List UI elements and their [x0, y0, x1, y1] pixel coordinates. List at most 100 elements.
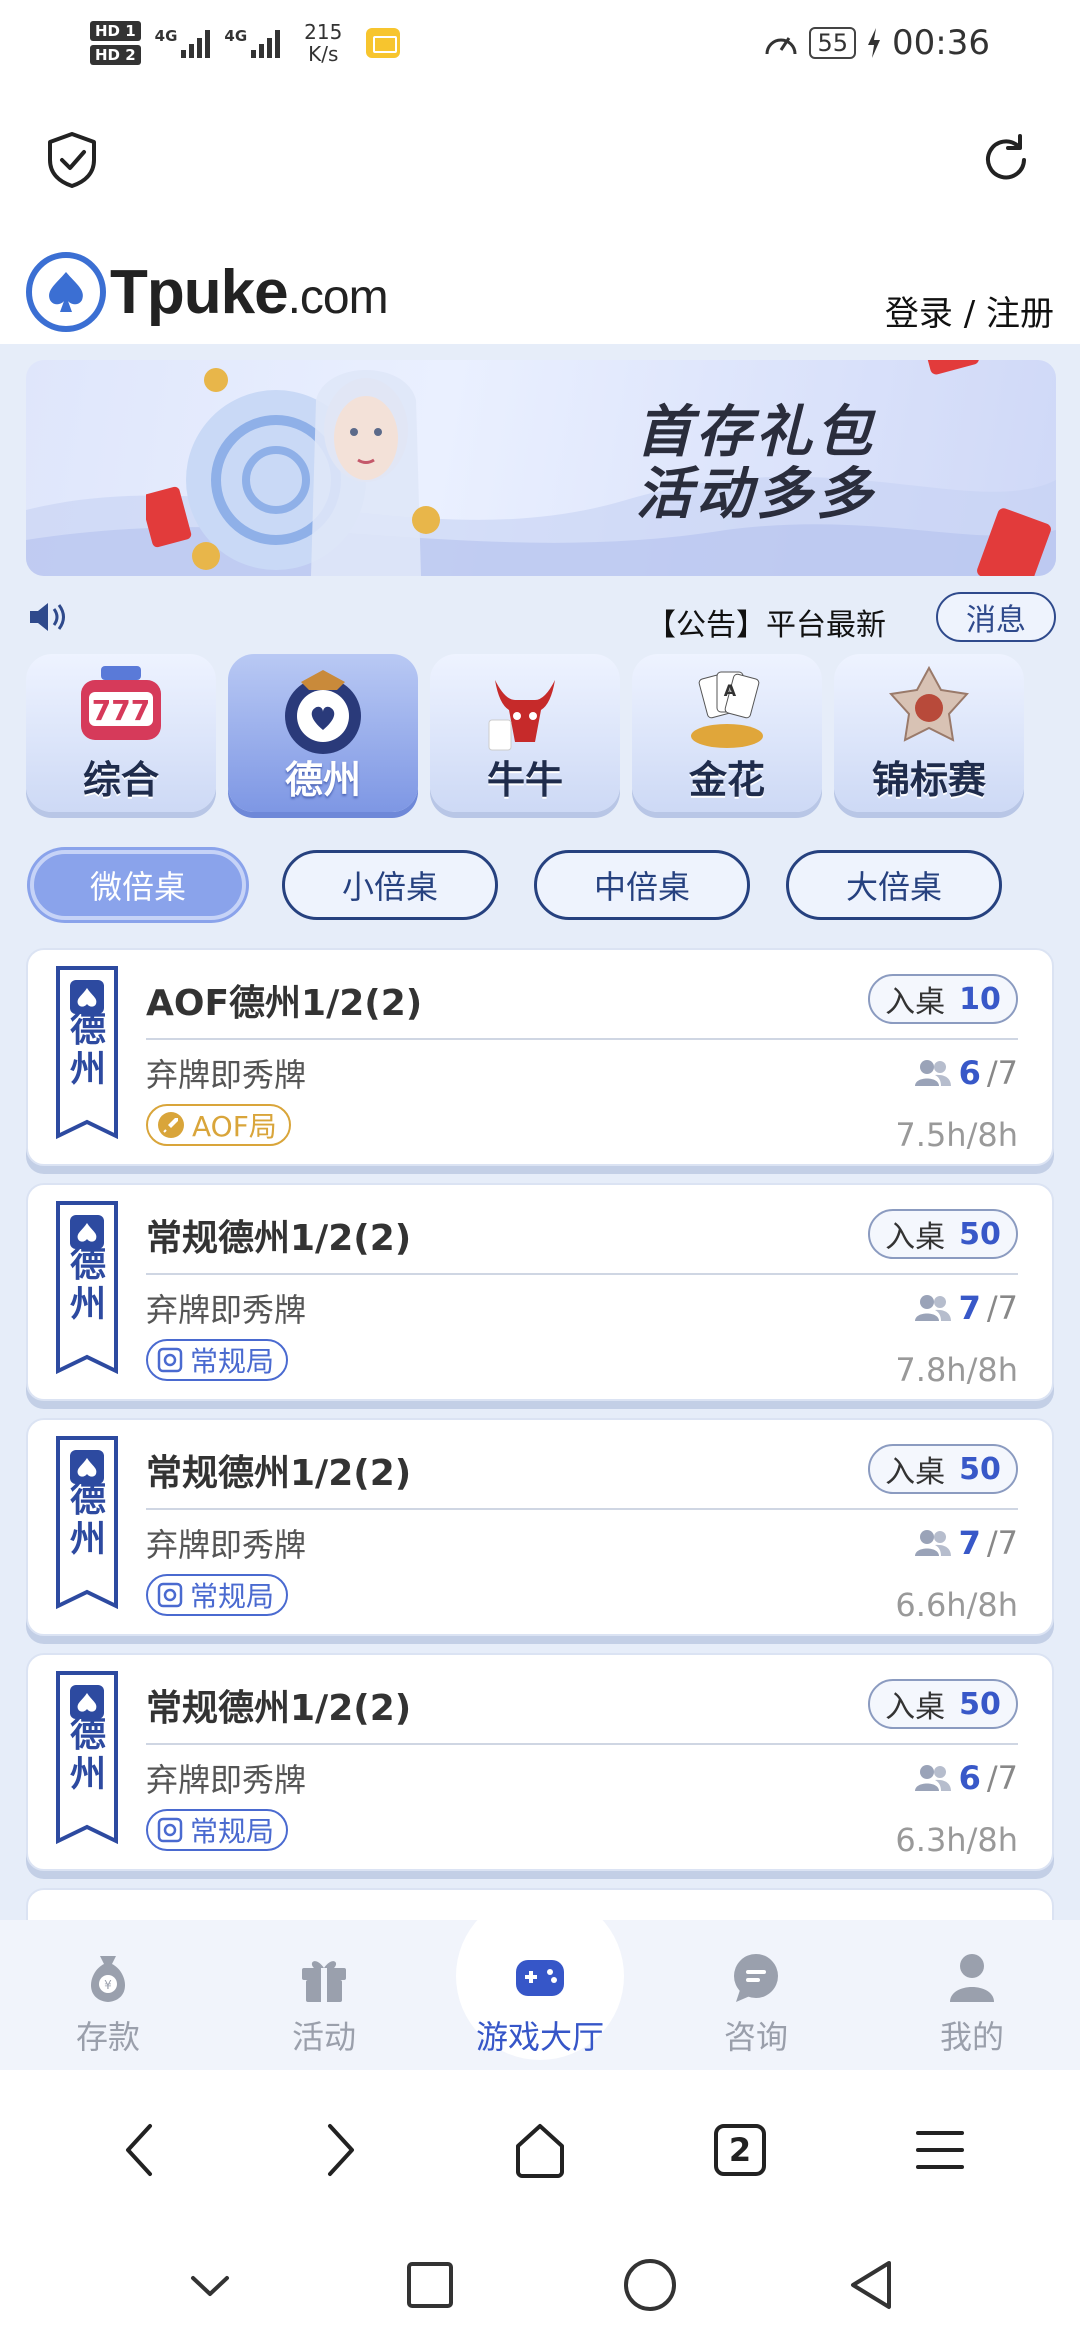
players-max: /7: [986, 1054, 1018, 1092]
table-card[interactable]: 德州 常规德州1/2(2) 入桌 50 弃牌即秀牌 7/7 常规局 7.8h/8h: [26, 1183, 1054, 1401]
table-name: 常规德州1/2(2): [146, 1218, 412, 1259]
reload-icon[interactable]: [976, 130, 1036, 190]
browser-toolbar: 2: [0, 2070, 1080, 2230]
browser-home-button[interactable]: [500, 2110, 580, 2190]
tab-count: 2: [728, 2131, 752, 2169]
nav-support[interactable]: 咨询: [648, 1920, 864, 2070]
sim-indicators: HD 1 HD 2: [90, 21, 141, 65]
safe-box-icon: [157, 1817, 183, 1843]
status-right: 55 00:36: [763, 23, 990, 63]
chat-icon: [734, 1954, 778, 2002]
banner-character-illustration: [146, 368, 440, 576]
network-speed-value: 215: [304, 20, 343, 44]
players-max: /7: [986, 1524, 1018, 1562]
table-type-badge: 常规局: [146, 1809, 289, 1851]
table-type-badge: 常规局: [146, 1339, 289, 1381]
divider: [146, 1508, 1018, 1510]
stake-tab-micro[interactable]: 微倍桌: [30, 850, 246, 920]
nav-deposit[interactable]: ¥ 存款: [0, 1920, 216, 2070]
game-tab-tournament[interactable]: 锦标赛: [834, 654, 1024, 812]
players-current: 7: [958, 1289, 981, 1327]
system-back-button[interactable]: [835, 2250, 905, 2320]
table-duration: 6.3h/8h: [895, 1821, 1018, 1859]
stake-tab-small[interactable]: 小倍桌: [282, 850, 498, 920]
shield-check-icon[interactable]: [44, 130, 100, 190]
game-tab-label: 综合: [82, 758, 159, 802]
join-table-button[interactable]: 入桌 50: [868, 1679, 1018, 1729]
user-icon: [950, 1954, 994, 2002]
join-table-button[interactable]: 入桌 50: [868, 1209, 1018, 1259]
browser-tabs-button[interactable]: 2: [700, 2110, 780, 2190]
browser-back-button[interactable]: [100, 2110, 180, 2190]
login-register-link[interactable]: 登录 / 注册: [885, 286, 1054, 335]
spade-logo-icon: [26, 252, 106, 332]
table-card[interactable]: 德州 AOF德州1/2(2) 入桌 10 弃牌即秀牌 6/7 AOF局 7.5h/…: [26, 948, 1054, 1166]
network-type-1: 4G: [154, 27, 178, 45]
nav-profile[interactable]: 我的: [864, 1920, 1080, 2070]
divider: [146, 1273, 1018, 1275]
join-amount: 50: [959, 1216, 1001, 1252]
table-card[interactable]: 德州 常规德州1/2(2) 入桌 50 弃牌即秀牌 7/7 常规局 6.6h/8h: [26, 1418, 1054, 1636]
svg-text:A: A: [724, 681, 737, 700]
join-table-button[interactable]: 入桌 10: [868, 974, 1018, 1024]
divider: [146, 1743, 1018, 1745]
table-name: 常规德州1/2(2): [146, 1688, 412, 1729]
cards-coins-icon: A: [691, 671, 763, 748]
nav-game-lobby[interactable]: 游戏大厅: [432, 1892, 648, 2070]
game-tab-general[interactable]: 777 综合: [26, 654, 216, 812]
system-home-button[interactable]: [615, 2250, 685, 2320]
nav-activities[interactable]: 活动: [216, 1920, 432, 2070]
game-tab-label: 金花: [688, 758, 765, 802]
game-tab-bull[interactable]: 牛牛: [430, 654, 620, 812]
game-tab-texas[interactable]: 德州: [228, 654, 418, 812]
network-speed: 215 K/s: [304, 21, 342, 65]
banner-headline: 首存礼包 活动多多: [636, 402, 876, 526]
players-current: 6: [958, 1054, 981, 1092]
players-icon: [914, 1060, 951, 1086]
join-amount: 50: [959, 1451, 1001, 1487]
browser-top-bar: [0, 120, 1080, 200]
players-current: 6: [958, 1759, 981, 1797]
players-icon: [914, 1530, 951, 1556]
trophy-badge-icon: [889, 665, 969, 742]
join-table-button[interactable]: 入桌 50: [868, 1444, 1018, 1494]
join-label: 入桌: [885, 1455, 946, 1490]
site-logo[interactable]: Tpuke.com: [26, 252, 389, 332]
stake-tab-large[interactable]: 大倍桌: [786, 850, 1002, 920]
table-type-label: 常规局: [190, 1815, 275, 1848]
battery-level: 55: [809, 27, 857, 59]
table-card[interactable]: 德州 常规德州1/2(2) 入桌 50 弃牌即秀牌 6/7 常规局 6.3h/8h: [26, 1653, 1054, 1871]
ribbon-label: 德州: [69, 1009, 106, 1090]
chevron-down-icon: [191, 2276, 229, 2296]
banner-line-2: 活动多多: [636, 462, 876, 527]
nav-label: 游戏大厅: [475, 2018, 604, 2056]
ribbon-label: 德州: [69, 1714, 106, 1795]
signal-2-icon: 4G: [224, 28, 281, 58]
stake-tab-medium[interactable]: 中倍桌: [534, 850, 750, 920]
table-type-badge: AOF局: [146, 1104, 291, 1146]
promo-banner[interactable]: 首存礼包 活动多多: [26, 360, 1056, 576]
browser-menu-button[interactable]: [900, 2110, 980, 2190]
banner-line-1: 首存礼包: [636, 400, 876, 465]
system-dismiss-button[interactable]: [175, 2250, 245, 2320]
table-rule: 弃牌即秀牌: [146, 1291, 307, 1329]
players-icon: [914, 1765, 951, 1791]
player-count: 6/7: [913, 1054, 1018, 1092]
game-tab-golden-flower[interactable]: A 金花: [632, 654, 822, 812]
table-duration: 7.5h/8h: [895, 1116, 1018, 1154]
bottom-tab-bar: ¥ 存款 活动 游戏大厅 咨询 我的: [0, 1892, 1080, 2070]
gamepad-icon: [516, 1960, 564, 1996]
message-button[interactable]: 消息: [936, 592, 1056, 642]
browser-forward-button[interactable]: [300, 2110, 380, 2190]
player-count: 7/7: [913, 1289, 1018, 1327]
home-icon: [516, 2124, 564, 2178]
system-recents-button[interactable]: [395, 2250, 465, 2320]
table-rule: 弃牌即秀牌: [146, 1526, 307, 1564]
players-current: 7: [958, 1524, 981, 1562]
table-name: 常规德州1/2(2): [146, 1453, 412, 1494]
player-count: 6/7: [913, 1759, 1018, 1797]
square-icon: [407, 2262, 453, 2308]
clock: 00:36: [892, 23, 990, 63]
players-max: /7: [986, 1759, 1018, 1797]
bull-icon: [488, 680, 555, 751]
